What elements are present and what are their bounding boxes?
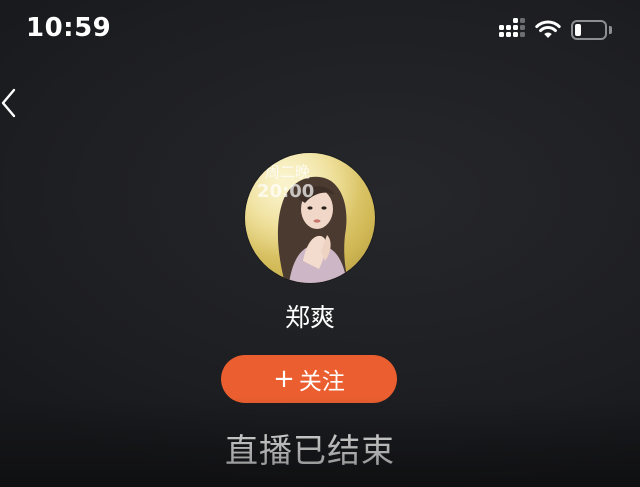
wifi-icon (535, 19, 561, 41)
live-room-screen: 10:59 周二晚 20:00 郑爽 + 关注 直播已结束 (0, 0, 640, 487)
live-ended-message: 直播已结束 (225, 431, 395, 470)
avatar-overlay-text-2: 20:00 (257, 181, 314, 202)
status-bar: 10:59 (0, 0, 640, 64)
cellular-signal-icon (499, 18, 527, 43)
plus-icon: + (273, 364, 295, 394)
avatar-overlay-text-1: 周二晚 (265, 163, 310, 181)
battery-level-fill (575, 24, 581, 36)
status-time: 10:59 (26, 13, 112, 43)
username: 郑爽 (284, 303, 335, 332)
follow-label: 关注 (298, 369, 345, 395)
back-button[interactable] (0, 84, 30, 124)
battery-icon (571, 20, 613, 42)
chevron-left-icon (1, 88, 16, 118)
avatar[interactable]: 周二晚 20:00 (245, 153, 375, 283)
follow-button[interactable]: + 关注 (221, 355, 397, 403)
